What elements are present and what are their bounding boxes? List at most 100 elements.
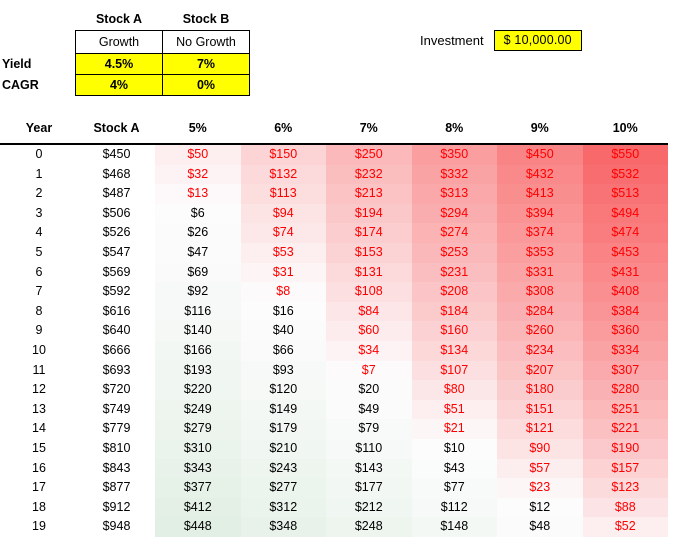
- cell-rate-10pct: $307: [582, 360, 668, 381]
- cell-stock-a: $526: [102, 225, 131, 240]
- cell-rate-9pct: $234: [497, 340, 583, 361]
- cell-rate-5pct: $6: [155, 203, 241, 224]
- cell-rate-10pct: $431: [582, 262, 668, 283]
- cell-rate-10pct: $360: [582, 321, 668, 341]
- cell-rate-9pct: $353: [497, 242, 583, 263]
- cell-rate-7pct: $110: [326, 438, 412, 459]
- cell-rate-9pct: $121: [497, 419, 583, 439]
- cell-stock-a: $487: [102, 186, 131, 201]
- column-header-year: Year: [0, 113, 78, 145]
- column-header-stock-a: Stock A: [78, 113, 155, 145]
- cell-rate-8pct: $77: [411, 478, 497, 498]
- cell-rate-9pct: $374: [497, 223, 583, 243]
- cell-rate-5pct: $377: [155, 478, 241, 498]
- cell-year: 19: [32, 519, 46, 534]
- cell-rate-9pct: $12: [497, 497, 583, 518]
- projection-table: Year Stock A 5% 6% 7% 8% 9% 10% 0 $450 $50 $150 $25…: [0, 113, 668, 537]
- cell-rate-6pct: $53: [240, 242, 326, 263]
- cell-rate-10pct: $190: [582, 438, 668, 459]
- cell-rate-5pct: $50: [155, 144, 241, 165]
- cell-year: 1: [35, 166, 43, 181]
- cell-rate-6pct: $120: [240, 380, 326, 400]
- cell-stock-a: $720: [102, 382, 131, 397]
- cell-rate-5pct: $69: [155, 262, 241, 283]
- cell-rate-7pct: $174: [326, 223, 412, 243]
- cell-rate-7pct: $20: [326, 380, 412, 400]
- cell-stock-a: $506: [102, 205, 131, 220]
- cell-rate-7pct: $177: [326, 478, 412, 498]
- assumptions-cagr-stock-a[interactable]: 4%: [75, 74, 163, 96]
- cell-rate-8pct: $21: [411, 419, 497, 439]
- table-row: 18 $912 $412 $312 $212 $112 $12 $88: [0, 497, 668, 518]
- cell-rate-8pct: $253: [411, 242, 497, 263]
- cell-rate-10pct: $52: [582, 517, 668, 537]
- cell-rate-9pct: $432: [497, 164, 583, 185]
- cell-rate-9pct: $308: [497, 282, 583, 302]
- cell-rate-6pct: $66: [240, 340, 326, 361]
- cell-rate-5pct: $249: [155, 399, 241, 420]
- cell-rate-10pct: $474: [582, 223, 668, 243]
- cell-rate-10pct: $408: [582, 282, 668, 302]
- cell-stock-a: $616: [102, 303, 131, 318]
- cell-rate-10pct: $88: [582, 497, 668, 518]
- table-row: 11 $693 $193 $93 $7 $107 $207 $307: [0, 360, 668, 381]
- cell-rate-7pct: $143: [326, 458, 412, 479]
- cell-rate-7pct: $34: [326, 340, 412, 361]
- cell-year: 5: [35, 244, 43, 259]
- table-row: 13 $749 $249 $149 $49 $51 $151 $251: [0, 399, 668, 420]
- cell-rate-9pct: $90: [497, 438, 583, 459]
- cell-rate-7pct: $194: [326, 203, 412, 224]
- cell-stock-a: $749: [102, 401, 131, 416]
- column-header-5: 5%: [155, 113, 241, 145]
- cell-stock-a: $912: [102, 499, 131, 514]
- cell-stock-a: $569: [102, 264, 131, 279]
- cell-rate-8pct: $112: [411, 497, 497, 518]
- cell-rate-5pct: $220: [155, 380, 241, 400]
- cell-rate-9pct: $207: [497, 360, 583, 381]
- cell-rate-7pct: $232: [326, 164, 412, 185]
- cell-rate-9pct: $331: [497, 262, 583, 283]
- assumptions-type-row: Growth No Growth: [0, 30, 250, 54]
- cell-year: 2: [35, 186, 43, 201]
- assumptions-yield-stock-b[interactable]: 7%: [162, 53, 250, 75]
- cell-rate-5pct: $343: [155, 458, 241, 479]
- cell-rate-9pct: $450: [497, 144, 583, 165]
- cell-stock-a: $810: [102, 440, 131, 455]
- cell-rate-8pct: $134: [411, 340, 497, 361]
- cell-rate-5pct: $13: [155, 184, 241, 204]
- cell-rate-9pct: $180: [497, 380, 583, 400]
- cell-rate-6pct: $149: [240, 399, 326, 420]
- cell-rate-8pct: $107: [411, 360, 497, 381]
- cell-rate-8pct: $10: [411, 438, 497, 459]
- cell-rate-6pct: $132: [240, 164, 326, 185]
- cell-rate-10pct: $334: [582, 340, 668, 361]
- assumptions-type-no-growth: No Growth: [162, 30, 250, 54]
- cell-rate-10pct: $221: [582, 419, 668, 439]
- cell-rate-6pct: $150: [240, 144, 326, 165]
- cell-rate-10pct: $453: [582, 242, 668, 263]
- investment-value[interactable]: $ 10,000.00: [493, 30, 582, 51]
- cell-rate-5pct: $193: [155, 360, 241, 381]
- cell-rate-6pct: $8: [240, 282, 326, 302]
- cell-year: 12: [32, 382, 46, 397]
- cell-rate-7pct: $60: [326, 321, 412, 341]
- cell-stock-a: $779: [102, 421, 131, 436]
- assumptions-cagr-stock-b[interactable]: 0%: [162, 74, 250, 96]
- cell-rate-6pct: $93: [240, 360, 326, 381]
- cell-rate-5pct: $166: [155, 340, 241, 361]
- cell-rate-6pct: $31: [240, 262, 326, 283]
- cell-rate-6pct: $277: [240, 478, 326, 498]
- cell-rate-6pct: $210: [240, 438, 326, 459]
- cell-rate-10pct: $494: [582, 203, 668, 224]
- cell-rate-9pct: $394: [497, 203, 583, 224]
- table-header-row: Year Stock A 5% 6% 7% 8% 9% 10%: [0, 113, 668, 145]
- cell-stock-a: $640: [102, 323, 131, 338]
- column-header-10: 10%: [582, 113, 668, 145]
- cell-rate-5pct: $140: [155, 321, 241, 341]
- cell-stock-a: $468: [102, 166, 131, 181]
- cell-year: 17: [32, 480, 46, 495]
- assumptions-yield-stock-a[interactable]: 4.5%: [75, 53, 163, 75]
- cell-rate-9pct: $260: [497, 321, 583, 341]
- cell-rate-6pct: $179: [240, 419, 326, 439]
- cell-rate-8pct: $350: [411, 144, 497, 165]
